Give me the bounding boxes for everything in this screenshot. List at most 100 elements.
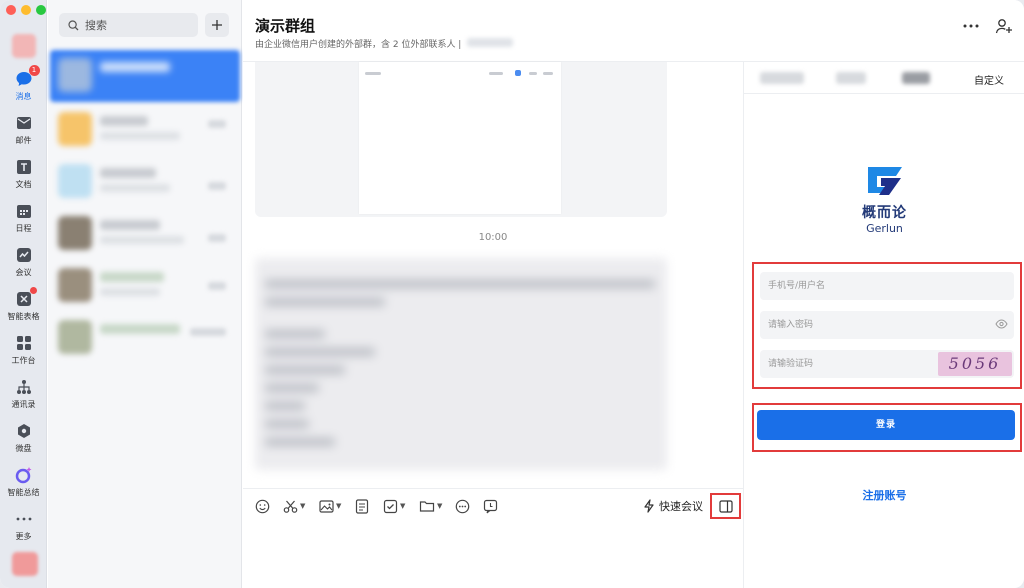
emoji-button[interactable] [255,497,270,515]
image-button[interactable]: ▼ [319,497,341,515]
add-member-icon[interactable] [994,16,1014,36]
rail-item-drive[interactable]: 微盘 [0,416,47,458]
conversation-name-redacted [100,272,164,282]
doc-button[interactable] [355,497,369,515]
todo-button[interactable]: ▼ [383,497,405,515]
conversation-name-redacted [100,324,180,334]
password-field[interactable]: 请输入密码 [760,311,1014,339]
panel-tab-redacted[interactable] [760,72,804,84]
search-input[interactable]: 搜索 [59,13,198,37]
document-icon [14,157,34,177]
chat-toolbar: ▼ ▼ ▼ ▼ 快速会议 [243,488,743,524]
more-options-icon[interactable] [961,16,981,36]
login-button[interactable]: 登录 [757,410,1015,440]
rail-label: 更多 [15,531,32,541]
chevron-down-icon: ▼ [300,502,306,510]
screenshot-thumbnail [359,62,561,214]
captcha-image[interactable]: 5056 [938,352,1012,376]
conversation-avatar [58,320,92,354]
rail-label: 智能表格 [7,311,40,321]
conversation-time-redacted [208,282,226,290]
conversation-item[interactable] [50,312,240,364]
password-placeholder: 请输入密码 [768,320,814,330]
user-avatar[interactable] [12,34,36,58]
rail-item-more[interactable]: 更多 [0,504,47,546]
rail-label: 消息 [15,91,32,101]
login-button-highlight: 登录 [752,403,1022,452]
add-button[interactable] [205,13,229,37]
more-tools-button[interactable] [455,497,470,515]
register-link[interactable]: 注册账号 [744,487,1024,503]
image-message[interactable] [255,62,667,217]
chat-area: 演示群组 由企业微信用户创建的外部群，含 2 位外部联系人 | 10:00 ▼ … [243,0,1024,588]
conversation-list: 搜索 [48,0,242,588]
redacted-text [265,402,305,410]
panel-tabs: 自定义 [744,62,1024,94]
conversation-name-redacted [100,220,160,230]
org-chart-icon [14,377,34,397]
rail-item-messages[interactable]: 1 消息 [0,64,47,106]
chevron-down-icon: ▼ [336,502,342,510]
conversation-item-selected[interactable] [50,50,240,102]
conversation-time-redacted [190,328,226,336]
bottom-avatar[interactable] [12,552,38,576]
screenshot-button[interactable]: ▼ [283,497,305,515]
grid-apps-icon [14,333,34,353]
document-icon [355,498,369,514]
search-placeholder: 搜索 [85,19,107,32]
rail-item-docs[interactable]: 文档 [0,152,47,194]
conversation-name-redacted [100,62,170,72]
thumbnail-detail [543,72,553,75]
chat-subtitle: 由企业微信用户创建的外部群，含 2 位外部联系人 | [255,40,462,50]
conversation-item[interactable] [50,260,240,312]
captcha-field[interactable]: 请输验证码 5056 [760,350,1014,378]
history-button[interactable] [483,497,498,515]
rail-label: 日程 [15,223,32,233]
folder-icon [419,501,435,512]
file-button[interactable]: ▼ [419,497,442,515]
login-form-highlight: 手机号/用户名 请输入密码 请输验证码 5056 [752,262,1022,389]
rail-item-smart-table[interactable]: 智能表格 [0,284,47,326]
conversation-preview-redacted [100,184,170,192]
zoom-window-button[interactable] [36,5,46,15]
conversation-name-redacted [100,168,156,178]
sidebar-panel-icon [718,499,733,513]
emoji-icon [255,499,270,513]
rail-item-meeting[interactable]: 会议 [0,240,47,282]
eye-icon[interactable] [995,319,1008,329]
conversation-time-redacted [208,120,226,128]
captcha-placeholder: 请输验证码 [768,359,814,369]
username-field[interactable]: 手机号/用户名 [760,272,1014,300]
window-controls [6,5,46,15]
redacted-text [265,420,309,428]
panel-tab-redacted[interactable] [836,72,866,84]
minimize-window-button[interactable] [21,5,31,15]
rail-item-calendar[interactable]: 日程 [0,196,47,238]
thumbnail-detail [529,72,537,75]
thumbnail-detail [489,72,503,75]
conversation-item[interactable] [50,208,240,260]
conversation-name-redacted [100,116,148,126]
rail-label: 邮件 [15,135,32,145]
chat-title: 演示群组 [255,17,316,35]
rail-item-ai-summary[interactable]: 智能总结 [0,460,47,502]
redacted-text [265,330,325,338]
rail-item-contacts[interactable]: 通讯录 [0,372,47,414]
more-circle-icon [455,499,470,513]
conversation-item[interactable] [50,104,240,156]
thumbnail-detail [365,72,381,75]
rail-item-workbench[interactable]: 工作台 [0,328,47,370]
rail-item-mail[interactable]: 邮件 [0,108,47,150]
conversation-preview-redacted [100,288,160,296]
conversation-avatar [58,216,92,250]
sidebar-toggle-button[interactable] [710,493,741,519]
panel-tab-redacted[interactable] [902,72,930,84]
conversation-item[interactable] [50,156,240,208]
rail-label: 文档 [15,179,32,189]
tab-custom[interactable]: 自定义 [974,72,1004,87]
image-icon [319,499,334,513]
quick-meeting-button[interactable]: 快速会议 [643,497,703,515]
close-window-button[interactable] [6,5,16,15]
ellipsis-icon [14,509,34,529]
calendar-icon [14,201,34,221]
